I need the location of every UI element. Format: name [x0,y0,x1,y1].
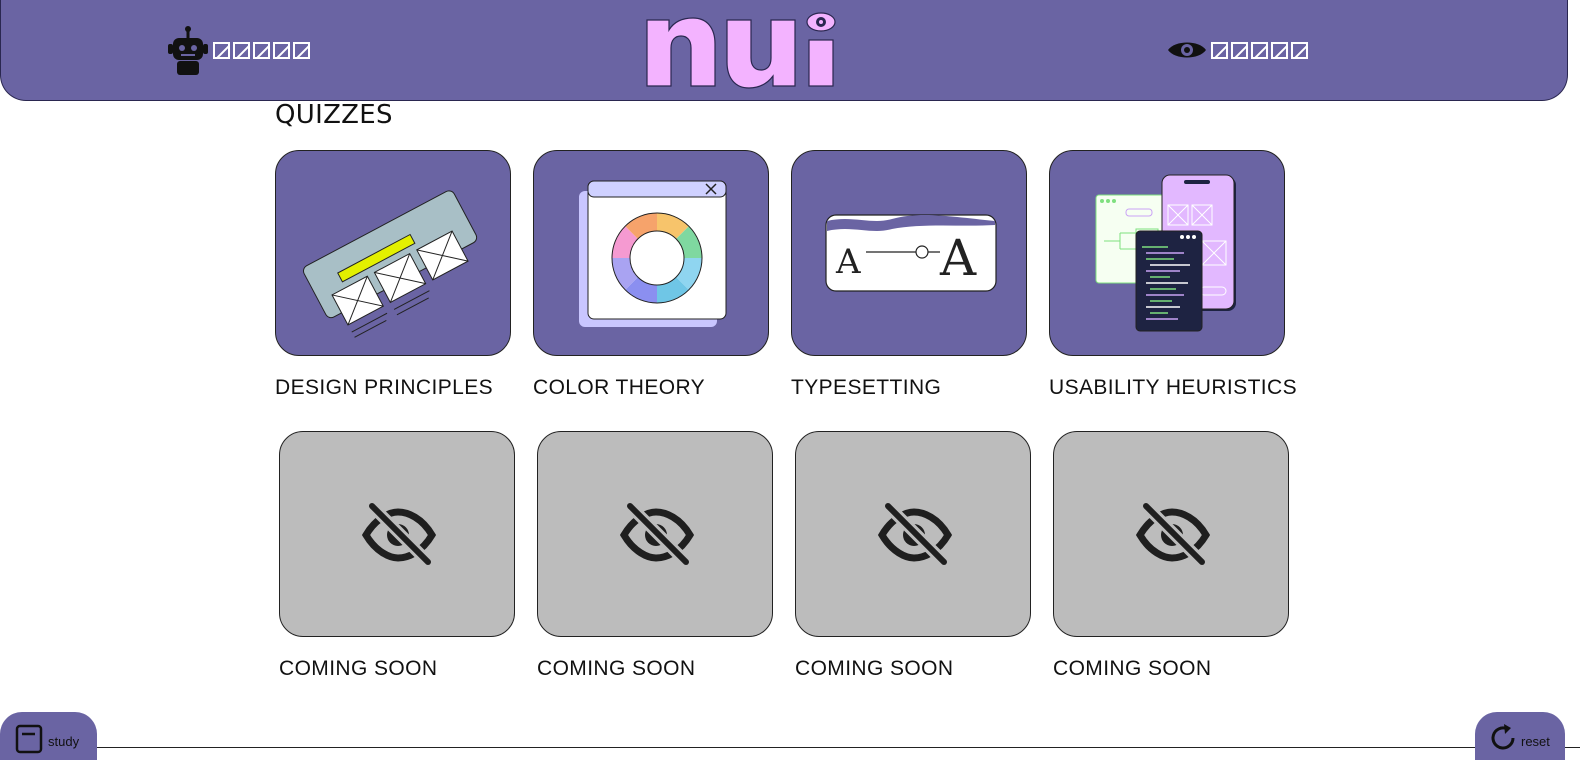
locked-quiz-label: COMING SOON [1053,657,1212,680]
quiz-label: DESIGN PRINCIPLES [275,376,494,399]
color-wheel-illustration [579,180,727,327]
quiz-label: USABILITY HEURISTICS [1049,376,1298,399]
wireframe-illustration [303,190,478,338]
quiz-card-usability-heuristics[interactable] [1049,150,1285,356]
top-header [0,0,1568,101]
eye-off-icon [361,501,437,567]
human-score-value [1211,41,1308,59]
robot-icon [168,26,208,75]
footer-divider [0,747,1580,748]
locked-quiz-label: COMING SOON [279,657,438,680]
study-label: study [48,734,80,749]
reset-button[interactable]: reset [1475,712,1565,760]
quiz-label: COLOR THEORY [533,376,706,399]
human-score [1167,24,1308,76]
type-scale-slider-illustration: A A [825,214,997,292]
locked-quiz-label: COMING SOON [795,657,954,680]
ai-score [167,24,310,76]
app-screens-illustration [1095,174,1236,332]
locked-quiz-card [537,431,773,637]
quiz-card-design-principles[interactable] [275,150,511,356]
locked-quiz-label: COMING SOON [537,657,696,680]
eye-off-icon [619,501,695,567]
study-button[interactable]: study [0,712,97,760]
eye-off-icon [877,501,953,567]
locked-quiz-card [795,431,1031,637]
reset-label: reset [1521,734,1550,749]
section-title: QUIZZES [275,100,393,130]
locked-quiz-card [1053,431,1289,637]
notebook-icon [15,724,43,754]
quiz-card-color-theory[interactable] [533,150,769,356]
quiz-card-typesetting[interactable]: A A [791,150,1027,356]
eye-icon [1168,42,1206,58]
eye-off-icon [1135,501,1211,567]
nui-logo [645,6,841,94]
locked-quiz-card [279,431,515,637]
svg-text:A: A [939,229,977,287]
ai-score-value [213,41,310,59]
refresh-icon [1491,724,1515,750]
quiz-label: TYPESETTING [791,376,942,399]
svg-text:A: A [835,242,861,282]
